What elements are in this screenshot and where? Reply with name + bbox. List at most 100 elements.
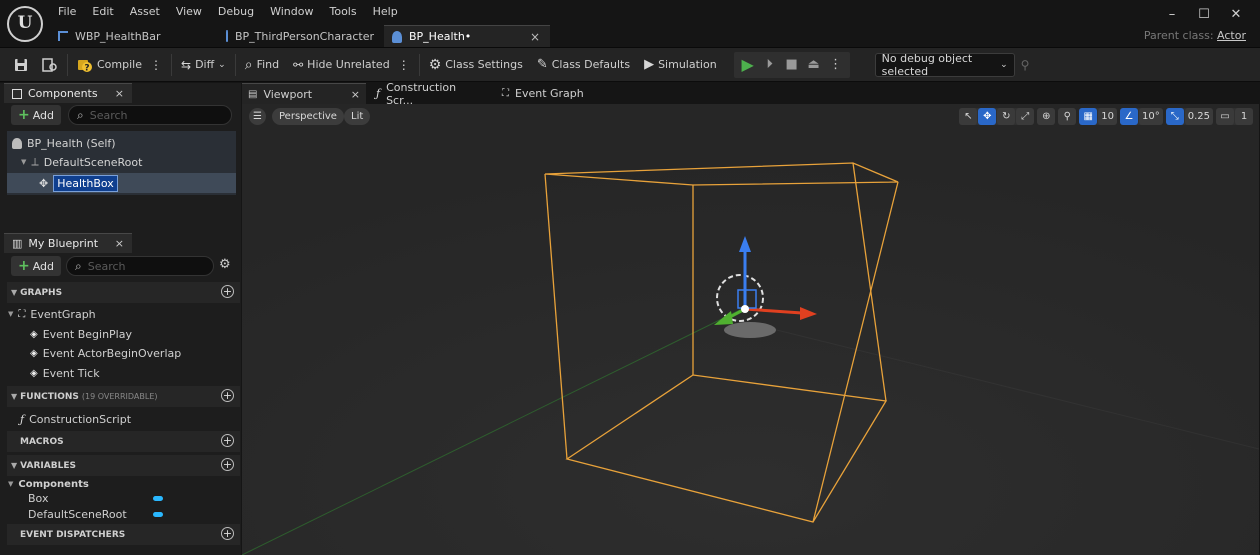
viewport-menu-button[interactable]: ☰	[249, 108, 266, 125]
rotation-snap-value[interactable]: 10°	[1139, 108, 1163, 125]
rotate-tool-icon[interactable]: ↻	[997, 108, 1016, 125]
tab-bp-health[interactable]: BP_Health• ×	[384, 25, 550, 47]
step-button[interactable]: ⏵	[760, 55, 780, 75]
event-item[interactable]: ◈ Event Tick	[30, 364, 100, 382]
save-button[interactable]	[0, 52, 35, 78]
menu-file[interactable]: File	[50, 3, 84, 21]
expand-arrow-icon[interactable]: ▼	[21, 158, 26, 166]
tree-item-defaultsceneroot[interactable]: ▼ ⟂ DefaultSceneRoot	[7, 152, 236, 172]
event-icon: ◈	[30, 328, 38, 340]
components-search-input[interactable]: ⌕ Search	[68, 105, 232, 125]
section-variables[interactable]: ▼ VARIABLES +	[7, 455, 240, 476]
section-event-dispatchers[interactable]: EVENT DISPATCHERS +	[7, 524, 240, 545]
tab-bp-thirdpersoncharacter[interactable]: BP_ThirdPersonCharacter	[218, 25, 384, 47]
simulation-label: Simulation	[658, 58, 717, 71]
add-function-button[interactable]: +	[221, 389, 234, 402]
my-blueprint-search-input[interactable]: ⌕ Search	[66, 256, 214, 276]
section-graphs[interactable]: ▼ GRAPHS +	[7, 282, 240, 303]
gear-icon: ⚙	[428, 56, 442, 73]
play-options-button[interactable]: ⋮	[826, 55, 846, 75]
eject-button[interactable]: ⏏	[804, 55, 824, 75]
lit-button[interactable]: Lit	[344, 108, 371, 125]
event-graph-item[interactable]: ▼ ⛶ EventGraph	[8, 305, 96, 323]
menu-tools[interactable]: Tools	[321, 3, 364, 21]
surface-snap-icon[interactable]: ⚲	[1058, 108, 1077, 125]
camera-speed-value[interactable]: 1	[1235, 108, 1253, 125]
browse-button[interactable]	[35, 52, 65, 78]
debug-filter-button[interactable]: ⚲	[1015, 52, 1037, 78]
menu-asset[interactable]: Asset	[122, 3, 168, 21]
menu-edit[interactable]: Edit	[84, 3, 121, 21]
add-blueprint-item-button[interactable]: + Add	[11, 256, 61, 276]
compile-label: Compile	[97, 58, 142, 71]
tree-item-self[interactable]: BP_Health (Self)	[7, 133, 236, 153]
menu-window[interactable]: Window	[262, 3, 321, 21]
add-graph-button[interactable]: +	[221, 285, 234, 298]
more-options-icon[interactable]: ⋮	[398, 58, 410, 72]
maximize-button[interactable]: ☐	[1188, 6, 1220, 24]
event-item[interactable]: ◈ Event BeginPlay	[30, 325, 132, 343]
add-macro-button[interactable]: +	[221, 434, 234, 447]
section-macros[interactable]: MACROS +	[7, 431, 240, 452]
translate-tool-icon[interactable]: ✥	[978, 108, 997, 125]
tab-construction-script[interactable]: ƒ Construction Scr...	[370, 81, 492, 107]
scale-snap-icon[interactable]: ⤡	[1165, 108, 1184, 125]
menu-bar: File Edit Asset View Debug Window Tools …	[50, 3, 406, 21]
section-functions[interactable]: ▼ FUNCTIONS (19 OVERRIDABLE) +	[7, 386, 240, 407]
parent-class-link[interactable]: Actor	[1217, 29, 1246, 42]
tab-components[interactable]: Components ×	[4, 83, 132, 103]
class-settings-button[interactable]: ⚙ Class Settings	[422, 52, 530, 78]
perspective-button[interactable]: Perspective	[272, 108, 344, 125]
function-item[interactable]: ƒ ConstructionScript	[20, 410, 131, 428]
menu-help[interactable]: Help	[365, 3, 406, 21]
add-variable-button[interactable]: +	[221, 458, 234, 471]
camera-icon[interactable]: ▭	[1216, 108, 1234, 125]
close-icon[interactable]: ×	[115, 237, 124, 250]
scale-snap-value[interactable]: 0.25	[1184, 108, 1213, 125]
more-options-icon[interactable]: ⋮	[150, 58, 162, 72]
tab-wbp-healthbar[interactable]: WBP_HealthBar	[50, 25, 218, 47]
parent-class-label: Parent class:	[1143, 29, 1214, 42]
select-tool-icon[interactable]: ↖	[959, 108, 978, 125]
menu-debug[interactable]: Debug	[210, 3, 262, 21]
components-tree: BP_Health (Self) ▼ ⟂ DefaultSceneRoot ✥ …	[7, 131, 236, 195]
tab-viewport[interactable]: ▤ Viewport ×	[242, 83, 366, 104]
stop-button[interactable]: ■	[782, 55, 802, 75]
tab-my-blueprint[interactable]: ▥ My Blueprint ×	[4, 233, 132, 253]
close-icon[interactable]: ×	[530, 30, 540, 44]
grid-snap-icon[interactable]: ▦	[1079, 108, 1098, 125]
close-icon[interactable]: ×	[351, 88, 360, 101]
divider	[171, 53, 172, 76]
diff-button[interactable]: ⇆ Diff ⌄	[174, 52, 233, 78]
scale-tool-icon[interactable]: ⤢	[1016, 108, 1035, 125]
close-window-button[interactable]: ✕	[1220, 6, 1252, 24]
rename-field[interactable]: HealthBox	[53, 174, 118, 192]
tree-item-healthbox[interactable]: ✥ HealthBox	[7, 173, 236, 193]
viewport[interactable]: ☰ Perspective Lit ↖ ✥ ↻ ⤢ ⊕ ⚲ ▦ 10 ∠ 10°…	[242, 104, 1259, 555]
search-icon: ⌕	[77, 107, 84, 122]
divider	[418, 53, 420, 76]
tab-event-graph[interactable]: ⛶ Event Graph	[496, 83, 606, 104]
menu-view[interactable]: View	[168, 3, 210, 21]
find-button[interactable]: ⌕ Find	[238, 52, 286, 78]
world-local-icon[interactable]: ⊕	[1037, 108, 1056, 125]
add-component-button[interactable]: + Add	[11, 105, 61, 125]
add-dispatcher-button[interactable]: +	[221, 527, 234, 540]
compile-button[interactable]: ? Compile ⋮	[70, 52, 169, 78]
variable-item[interactable]: DefaultSceneRoot	[28, 505, 127, 523]
play-button[interactable]: ▶	[738, 55, 758, 75]
close-icon[interactable]: ×	[115, 87, 124, 100]
debug-object-select[interactable]: No debug object selected ⌄	[874, 52, 1015, 78]
tree-item-label: DefaultSceneRoot	[43, 155, 143, 169]
minimize-button[interactable]: –	[1156, 6, 1188, 24]
gear-icon[interactable]: ⚙	[219, 257, 231, 272]
class-defaults-button[interactable]: ✎ Class Defaults	[530, 52, 637, 78]
rotation-snap-icon[interactable]: ∠	[1120, 108, 1138, 125]
divider	[67, 53, 68, 76]
add-label: Add	[32, 108, 55, 122]
unreal-logo-icon[interactable]: U	[7, 6, 43, 42]
event-item[interactable]: ◈ Event ActorBeginOverlap	[30, 344, 181, 362]
grid-snap-value[interactable]: 10	[1098, 108, 1117, 125]
simulation-button[interactable]: ▶ Simulation	[637, 52, 724, 78]
hide-unrelated-button[interactable]: ⚯ Hide Unrelated ⋮	[286, 52, 417, 78]
